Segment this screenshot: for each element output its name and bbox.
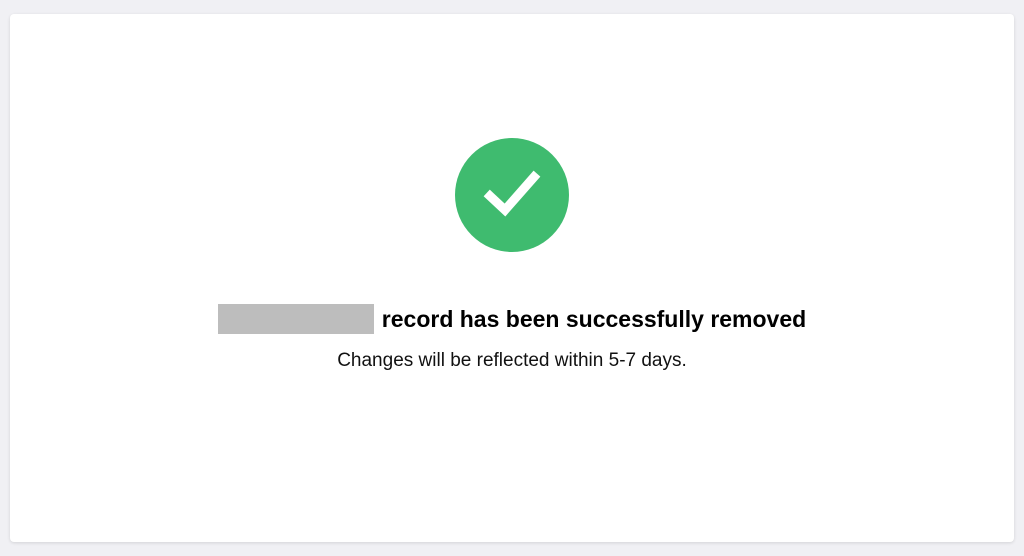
checkmark-icon — [483, 170, 541, 217]
success-title: record has been successfully removed — [381, 306, 807, 332]
success-detail: Changes will be reflected within 5-7 day… — [337, 350, 687, 371]
confirmation-card: record has been successfully removed Cha… — [10, 14, 1014, 542]
redacted-record-name — [217, 304, 374, 334]
check-circle-icon — [455, 138, 569, 252]
success-headline: record has been successfully removed — [10, 304, 1014, 334]
